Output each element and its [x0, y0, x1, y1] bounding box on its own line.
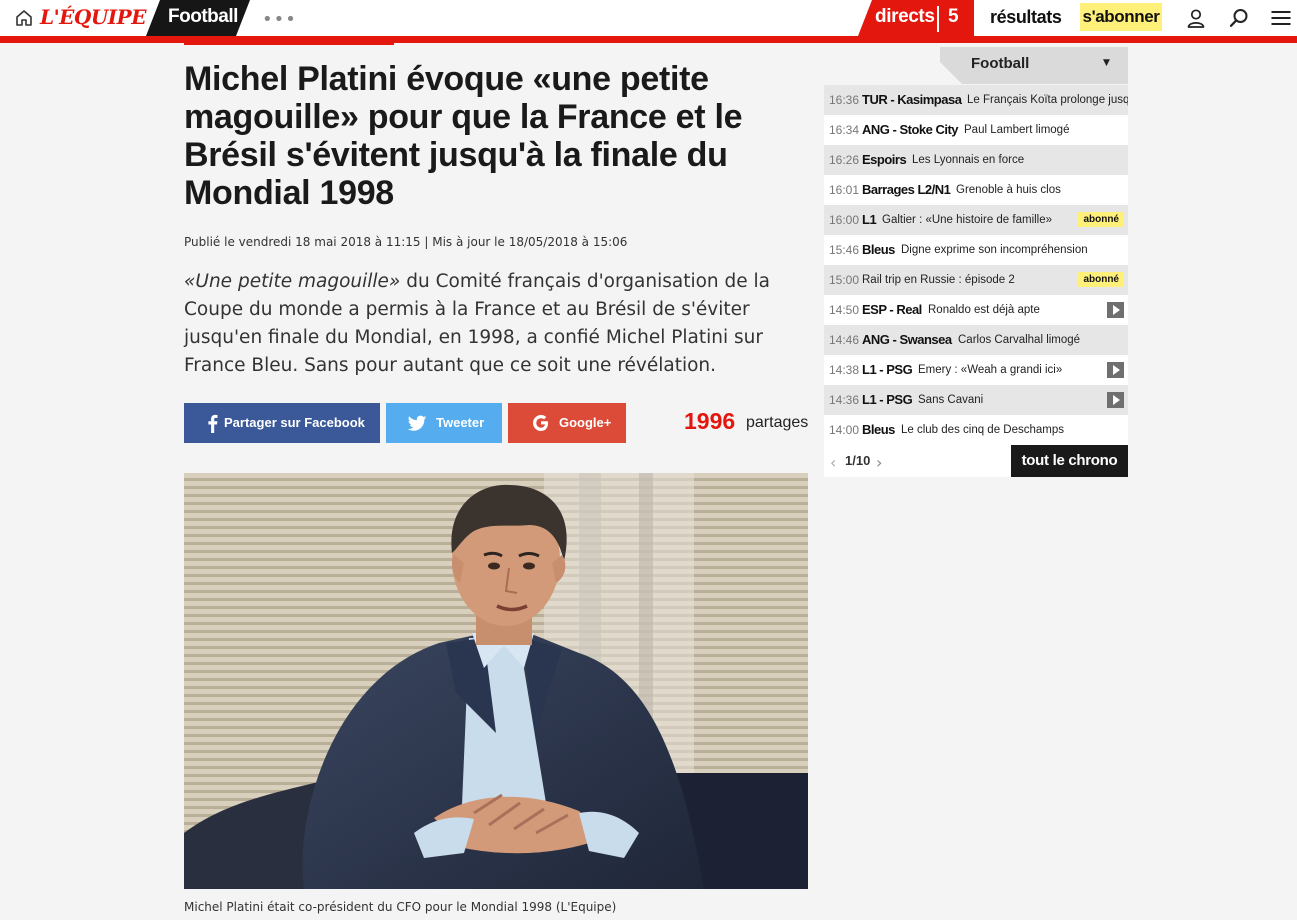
- feed-item-category: L1: [862, 212, 877, 227]
- google-icon: [533, 415, 548, 431]
- feed-item-category: Bleus: [862, 242, 895, 257]
- chevron-left-icon[interactable]: ‹: [830, 453, 836, 472]
- feed-item-category: ANG - Stoke City: [862, 122, 959, 137]
- directs-label[interactable]: directs: [875, 0, 935, 36]
- share-twitter-label: Tweeter: [436, 415, 485, 430]
- share-facebook-button[interactable]: Partager sur Facebook: [184, 403, 380, 443]
- article-lead: «Une petite magouille» du Comité françai…: [184, 268, 804, 380]
- feed-item[interactable]: 14:38 L1 - PSG Emery : «Weah a grandi ici»: [824, 355, 1128, 385]
- feed-pager: ‹ 1/10 › tout le chrono: [824, 445, 1128, 477]
- photo-caption: Michel Platini était co-président du CFO…: [184, 900, 617, 914]
- feed-item-time: 14:38: [829, 363, 860, 377]
- subscribe-button[interactable]: s'abonner: [1080, 3, 1162, 31]
- feed-item-time: 14:46: [829, 333, 860, 347]
- feed-item-time: 16:00: [829, 213, 860, 227]
- site-logo[interactable]: L'ÉQUIPE: [40, 3, 146, 31]
- top-navigation: L'ÉQUIPE Football ••• directs 5 résultat…: [0, 0, 1297, 36]
- facebook-icon: [208, 414, 218, 433]
- directs-count[interactable]: 5: [948, 0, 959, 36]
- feed-item-headline: Le club des cinq de Deschamps: [901, 424, 1065, 436]
- feed-item-category: L1 - PSG: [862, 392, 913, 407]
- share-google-button[interactable]: Google+: [508, 403, 626, 443]
- menu-icon[interactable]: [1270, 7, 1292, 29]
- lead-quote: «Une petite magouille»: [184, 271, 401, 292]
- caret-down-icon[interactable]: ▼: [1103, 58, 1110, 68]
- publication-info: Publié le vendredi 18 mai 2018 à 11:15 |…: [184, 235, 628, 249]
- feed-item-headline: Ronaldo est déjà apte: [928, 304, 1040, 316]
- feed-item[interactable]: 14:50 ESP - Real Ronaldo est déjà apte: [824, 295, 1128, 325]
- feed-item[interactable]: 16:00 L1 Galtier : «Une histoire de famill…: [824, 205, 1128, 235]
- feed-item-category: Bleus: [862, 422, 895, 437]
- feed-item-time: 14:00: [829, 423, 860, 437]
- feed-item-time: 16:01: [829, 183, 860, 197]
- home-icon[interactable]: [14, 8, 34, 28]
- share-google-label: Google+: [559, 415, 612, 430]
- feed-item-headline: Galtier : «Une histoire de famille»: [882, 214, 1053, 226]
- video-play-icon[interactable]: [1107, 302, 1124, 318]
- feed-item-category: ESP - Real: [862, 302, 922, 317]
- article-photo-illustration: [184, 473, 808, 889]
- pager-label: 1/10: [845, 453, 871, 468]
- video-play-icon[interactable]: [1107, 392, 1124, 408]
- share-count: 1996: [684, 408, 736, 434]
- feed-item[interactable]: 16:01 Barrages L2/N1 Grenoble à huis clos: [824, 175, 1128, 205]
- section-tab-football[interactable]: Football: [146, 0, 250, 36]
- feed-item[interactable]: 14:46 ANG - Swansea Carlos Carvalhal limog…: [824, 325, 1128, 355]
- user-icon[interactable]: [1185, 7, 1207, 29]
- resultats-link[interactable]: résultats: [990, 0, 1062, 36]
- feed-item-category: TUR - Kasimpasa: [862, 92, 962, 107]
- subscriber-badge: abonné: [1078, 212, 1124, 227]
- share-twitter-button[interactable]: Tweeter: [386, 403, 502, 443]
- kicker-strip: [184, 43, 394, 45]
- share-facebook-label: Partager sur Facebook: [224, 415, 365, 430]
- feed-item-time: 16:34: [829, 123, 860, 137]
- article-photo: [184, 473, 808, 889]
- article-headline: Michel Platini évoque «une petite magoui…: [184, 60, 743, 212]
- directs-divider: [937, 6, 939, 32]
- video-play-icon[interactable]: [1107, 362, 1124, 378]
- feed-item-headline: Les Lyonnais en force: [912, 154, 1025, 166]
- feed-item[interactable]: 16:34 ANG - Stoke City Paul Lambert limogé: [824, 115, 1128, 145]
- feed-item[interactable]: 16:26 Espoirs Les Lyonnais en force: [824, 145, 1128, 175]
- feed-item-time: 15:00: [829, 273, 860, 287]
- feed-item-headline: Le Français Koïta prolonge jusq...: [967, 94, 1128, 106]
- share-count-unit: partages: [746, 414, 809, 431]
- feed-item-category: Espoirs: [862, 152, 907, 167]
- feed-item[interactable]: 15:00 Rail trip en Russie : épisode 2 abon…: [824, 265, 1128, 295]
- feed-item-category: L1 - PSG: [862, 362, 913, 377]
- feed-filter-label[interactable]: Football: [971, 55, 1029, 72]
- feed-item-headline: Carlos Carvalhal limogé: [958, 334, 1081, 346]
- feed-item-time: 16:26: [829, 153, 860, 167]
- feed-item-time: 14:50: [829, 303, 860, 317]
- feed-item-headline: Grenoble à huis clos: [956, 184, 1061, 196]
- feed-item[interactable]: 14:36 L1 - PSG Sans Cavani: [824, 385, 1128, 415]
- feed-item-headline: Paul Lambert limogé: [964, 124, 1070, 136]
- all-news-button[interactable]: tout le chrono: [1011, 445, 1128, 477]
- chevron-right-icon[interactable]: ›: [876, 453, 882, 472]
- feed-item-headline: Emery : «Weah a grandi ici»: [918, 364, 1063, 376]
- feed-item-category: ANG - Swansea: [862, 332, 952, 347]
- search-icon[interactable]: [1228, 7, 1250, 29]
- brand-rule: [0, 36, 1297, 43]
- feed-item-time: 16:36: [829, 93, 860, 107]
- subscriber-badge: abonné: [1078, 272, 1124, 287]
- feed-item-time: 14:36: [829, 393, 860, 407]
- feed-item[interactable]: 14:00 Bleus Le club des cinq de Deschamps: [824, 415, 1128, 445]
- feed-item-headline: Rail trip en Russie : épisode 2: [862, 274, 1015, 286]
- feed-filter-dropdown[interactable]: [940, 47, 1128, 84]
- more-sections-button[interactable]: •••: [262, 9, 297, 30]
- twitter-icon: [407, 415, 427, 431]
- feed-item-category: Barrages L2/N1: [862, 182, 951, 197]
- feed-item-headline: Digne exprime son incompréhension: [901, 244, 1088, 256]
- feed-item[interactable]: 16:36 TUR - Kasimpasa Le Français Koïta pr…: [824, 85, 1128, 115]
- feed-item[interactable]: 15:46 Bleus Digne exprime son incompréhens…: [824, 235, 1128, 265]
- live-feed-list: 16:36 TUR - Kasimpasa Le Français Koïta pr…: [824, 85, 1128, 445]
- feed-item-time: 15:46: [829, 243, 860, 257]
- feed-item-headline: Sans Cavani: [918, 394, 984, 406]
